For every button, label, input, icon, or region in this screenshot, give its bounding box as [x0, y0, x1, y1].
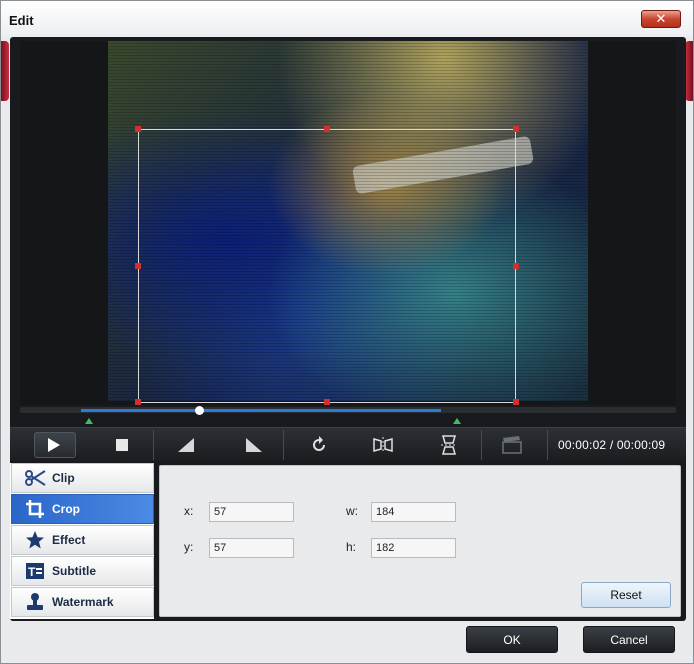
crop-rectangle[interactable] [138, 129, 516, 403]
playhead-knob[interactable] [195, 406, 204, 415]
mark-in-button[interactable] [166, 432, 206, 458]
crop-handle-bottom[interactable] [324, 399, 330, 405]
flip-horizontal-button[interactable] [363, 432, 403, 458]
tab-effect[interactable]: Effect [11, 525, 154, 555]
x-label: x: [184, 504, 194, 518]
separator [283, 430, 284, 460]
ok-button[interactable]: OK [466, 626, 558, 653]
stop-button[interactable] [102, 432, 142, 458]
crop-handle-top-right[interactable] [513, 126, 519, 132]
h-input[interactable] [371, 538, 456, 558]
timeline-progress [81, 409, 441, 412]
tab-clip[interactable]: Clip [11, 463, 154, 493]
w-input[interactable] [371, 502, 456, 522]
tab-label: Subtitle [52, 564, 96, 578]
mark-out-button[interactable] [234, 432, 274, 458]
window-title: Edit [9, 13, 34, 28]
h-label: h: [346, 540, 357, 554]
mark-out-icon [246, 438, 262, 452]
time-display: 00:00:02 / 00:00:09 [558, 438, 666, 452]
edit-tabs: Clip Crop Effect T Subtitle Watermark [10, 463, 154, 619]
crop-handle-top[interactable] [324, 126, 330, 132]
clapper-icon [502, 436, 522, 454]
crop-handle-left[interactable] [135, 263, 141, 269]
y-input[interactable] [209, 538, 294, 558]
play-button[interactable] [34, 432, 76, 458]
flip-vertical-icon [441, 435, 457, 455]
start-marker[interactable] [85, 418, 93, 424]
title-bar: Edit ✕ [1, 1, 693, 37]
tab-label: Effect [52, 533, 86, 547]
crop-panel: x: w: y: h: Reset [159, 465, 681, 617]
crop-handle-bottom-right[interactable] [513, 399, 519, 405]
w-label: w: [346, 504, 358, 518]
scissors-icon [22, 467, 48, 489]
crop-handle-top-left[interactable] [135, 126, 141, 132]
end-marker[interactable] [453, 418, 461, 424]
crop-handle-right[interactable] [513, 263, 519, 269]
tab-label: Clip [52, 471, 75, 485]
tab-label: Watermark [52, 595, 114, 609]
snapshot-button[interactable] [492, 432, 532, 458]
crop-handle-bottom-left[interactable] [135, 399, 141, 405]
edit-window: Edit ✕ 00:00:02 / 00:00:09 Clip Crop Eff… [0, 0, 694, 664]
x-input[interactable] [209, 502, 294, 522]
mark-in-icon [178, 438, 194, 452]
svg-text:T: T [28, 565, 36, 579]
separator [481, 430, 482, 460]
star-icon [22, 529, 48, 551]
tab-crop[interactable]: Crop [11, 494, 154, 524]
separator [547, 430, 548, 460]
separator [153, 430, 154, 460]
flip-horizontal-icon [373, 437, 393, 453]
crop-icon [22, 498, 48, 520]
tab-watermark[interactable]: Watermark [11, 587, 154, 617]
stamp-icon [22, 591, 48, 613]
editor-panel: 00:00:02 / 00:00:09 Clip Crop Effect T S… [10, 37, 686, 621]
flip-vertical-button[interactable] [429, 432, 469, 458]
tab-subtitle[interactable]: T Subtitle [11, 556, 154, 586]
tab-label: Crop [52, 502, 80, 516]
video-stage [20, 41, 676, 405]
right-accent [685, 41, 693, 101]
reset-button[interactable]: Reset [581, 582, 671, 608]
left-accent [1, 41, 9, 101]
stop-icon [116, 439, 128, 451]
y-label: y: [184, 540, 194, 554]
rotate-button[interactable] [299, 432, 339, 458]
subtitle-icon: T [22, 560, 48, 582]
rotate-icon [313, 436, 325, 451]
play-icon [48, 438, 60, 452]
player-controls: 00:00:02 / 00:00:09 [10, 427, 686, 461]
close-button[interactable]: ✕ [641, 10, 681, 28]
cancel-button[interactable]: Cancel [583, 626, 675, 653]
